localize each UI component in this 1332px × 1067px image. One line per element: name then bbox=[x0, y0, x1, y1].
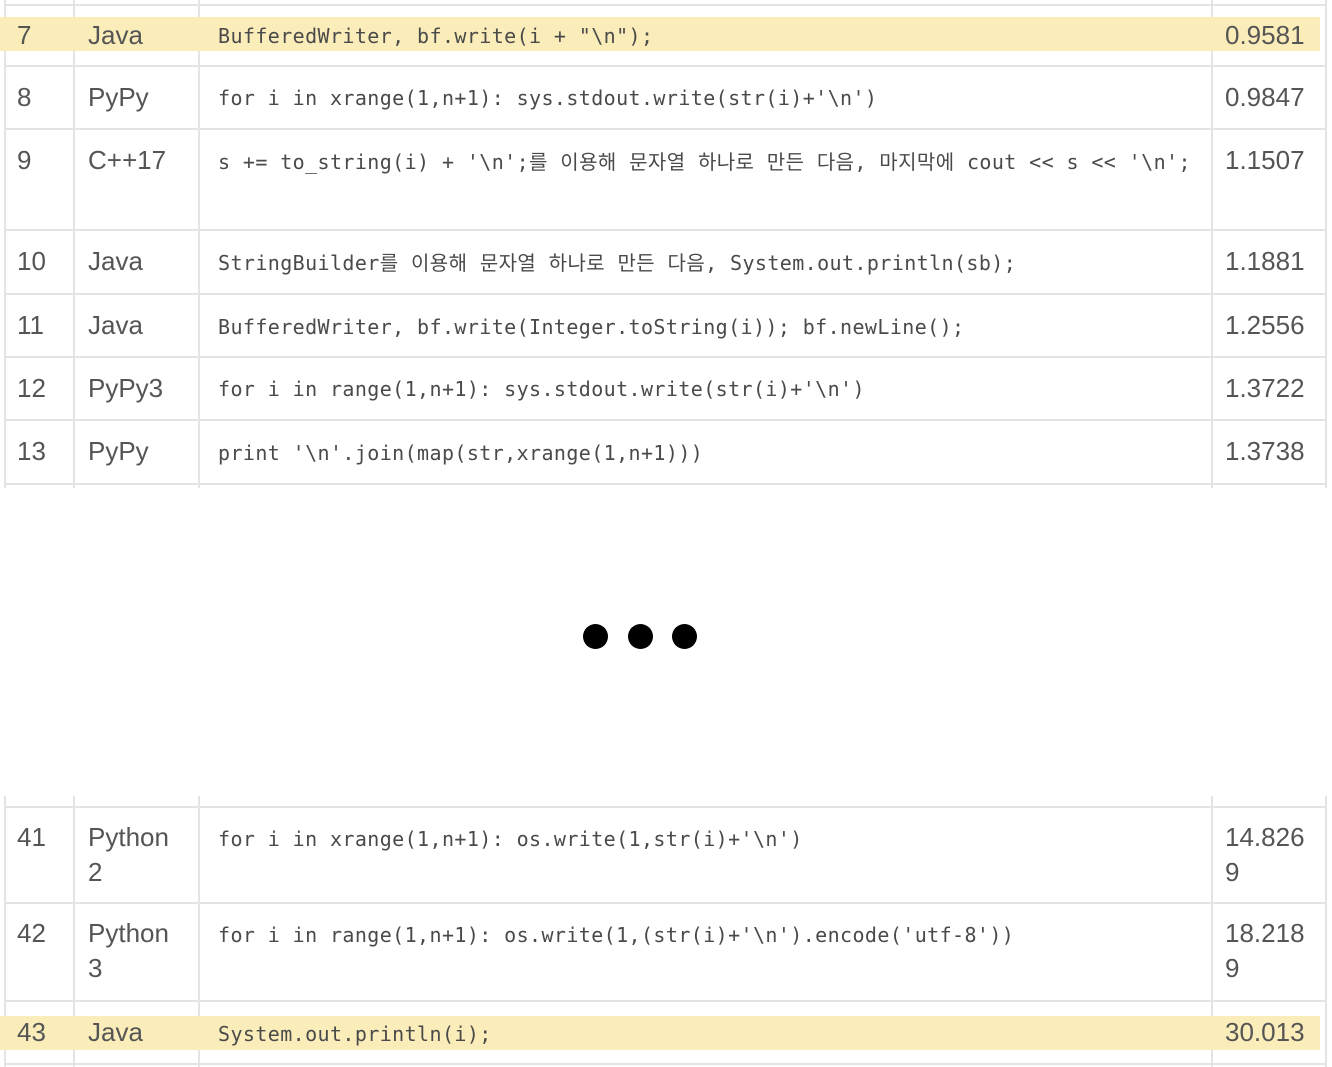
language-cell: Python 2 bbox=[88, 822, 169, 887]
ellipsis-icon bbox=[583, 624, 703, 650]
dot-icon bbox=[628, 624, 653, 649]
results-table-top: 7 Java BufferedWriter, bf.write(i + "\n"… bbox=[0, 0, 1327, 488]
table-top-border bbox=[4, 796, 1327, 808]
language-cell: Java bbox=[88, 310, 143, 340]
table-row: 11 Java BufferedWriter, bf.write(Integer… bbox=[4, 295, 1327, 358]
language-cell: Java bbox=[88, 246, 143, 276]
table-row: 13 PyPy print '\n'.join(map(str,xrange(1… bbox=[4, 421, 1327, 485]
time-cell: 30.013 bbox=[1225, 1017, 1305, 1047]
code-cell: for i in range(1,n+1): os.write(1,(str(i… bbox=[218, 923, 1015, 947]
rank-cell: 9 bbox=[17, 145, 32, 175]
code-cell: StringBuilder를 이용해 문자열 하나로 만든 다음, System… bbox=[218, 251, 1017, 275]
language-cell: C++17 bbox=[88, 145, 167, 175]
code-cell: for i in range(1,n+1): sys.stdout.write(… bbox=[218, 377, 865, 401]
time-cell: 1.2556 bbox=[1225, 310, 1305, 340]
code-cell: BufferedWriter, bf.write(Integer.toStrin… bbox=[218, 315, 965, 339]
rank-cell: 12 bbox=[17, 373, 46, 403]
time-cell: 1.1507 bbox=[1225, 145, 1305, 175]
code-cell: System.out.println(i); bbox=[218, 1022, 492, 1046]
language-cell: Python 3 bbox=[88, 918, 169, 983]
rank-cell: 7 bbox=[17, 20, 32, 50]
code-cell: for i in xrange(1,n+1): os.write(1,str(i… bbox=[218, 827, 803, 851]
language-cell: PyPy3 bbox=[88, 373, 164, 403]
rank-cell: 11 bbox=[17, 310, 44, 340]
language-cell: Java bbox=[88, 1017, 143, 1047]
code-cell: BufferedWriter, bf.write(i + "\n"); bbox=[218, 24, 654, 48]
language-cell: Java bbox=[88, 20, 143, 50]
rank-cell: 43 bbox=[17, 1017, 46, 1047]
table-row: 9 C++17 s += to_string(i) + '\n';를 이용해 문… bbox=[4, 130, 1327, 231]
time-cell: 1.3738 bbox=[1225, 436, 1305, 466]
time-cell: 1.1881 bbox=[1225, 246, 1305, 276]
table-row: 42 Python 3 for i in range(1,n+1): os.wr… bbox=[4, 904, 1327, 1002]
results-table-bottom: 41 Python 2 for i in xrange(1,n+1): os.w… bbox=[0, 796, 1327, 1067]
table-row: 8 PyPy for i in xrange(1,n+1): sys.stdou… bbox=[4, 67, 1327, 130]
table-row: 10 Java StringBuilder를 이용해 문자열 하나로 만든 다음… bbox=[4, 231, 1327, 295]
time-cell: 14.8269 bbox=[1225, 822, 1305, 887]
rank-cell: 10 bbox=[17, 246, 46, 276]
language-cell: PyPy bbox=[88, 82, 149, 112]
table-row: 43 Java System.out.println(i); 30.013 bbox=[0, 1002, 1327, 1065]
time-cell: 0.9847 bbox=[1225, 82, 1305, 112]
rank-cell: 8 bbox=[17, 82, 32, 112]
code-cell: print '\n'.join(map(str,xrange(1,n+1))) bbox=[218, 441, 704, 465]
dot-icon bbox=[583, 624, 608, 649]
dot-icon bbox=[672, 624, 697, 649]
time-cell: 18.2189 bbox=[1225, 918, 1305, 983]
rank-cell: 13 bbox=[17, 436, 46, 466]
table-row: 12 PyPy3 for i in range(1,n+1): sys.stdo… bbox=[4, 358, 1327, 421]
language-cell: PyPy bbox=[88, 436, 149, 466]
table-row: 7 Java BufferedWriter, bf.write(i + "\n"… bbox=[0, 6, 1327, 67]
time-cell: 1.3722 bbox=[1225, 373, 1305, 403]
time-cell: 0.9581 bbox=[1225, 20, 1305, 50]
code-cell: s += to_string(i) + '\n';를 이용해 문자열 하나로 만… bbox=[218, 150, 1191, 174]
rank-cell: 41 bbox=[17, 822, 46, 852]
table-row: 41 Python 2 for i in xrange(1,n+1): os.w… bbox=[4, 808, 1327, 904]
rank-cell: 42 bbox=[17, 918, 46, 948]
code-cell: for i in xrange(1,n+1): sys.stdout.write… bbox=[218, 86, 878, 110]
